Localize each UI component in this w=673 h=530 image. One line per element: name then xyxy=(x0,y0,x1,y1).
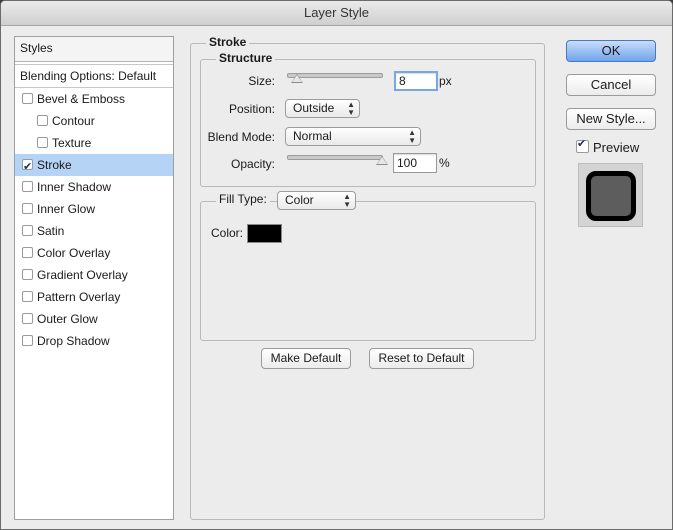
effect-item-stroke[interactable]: Stroke xyxy=(15,154,173,178)
position-select[interactable]: Outside ▲ ▼ xyxy=(285,99,360,118)
opacity-unit: % xyxy=(439,156,450,170)
effect-item-satin[interactable]: Satin xyxy=(15,220,173,242)
opacity-label: Opacity: xyxy=(230,157,275,171)
blend-mode-label: Blend Mode: xyxy=(207,130,275,144)
opacity-input[interactable]: 100 xyxy=(393,153,437,173)
stroke-color-swatch[interactable] xyxy=(247,224,282,243)
effect-checkbox[interactable] xyxy=(37,115,48,126)
effect-label: Inner Glow xyxy=(37,202,96,216)
preview-checkbox[interactable] xyxy=(576,137,589,153)
effect-checkbox[interactable] xyxy=(22,225,33,236)
effect-checkbox[interactable] xyxy=(22,247,33,258)
position-label: Position: xyxy=(228,102,275,116)
effect-label: Stroke xyxy=(37,158,72,172)
size-slider-thumb[interactable] xyxy=(290,74,303,83)
styles-header[interactable]: Styles xyxy=(15,37,173,62)
blend-mode-select[interactable]: Normal ▲ ▼ xyxy=(285,127,421,146)
reset-to-default-button[interactable]: Reset to Default xyxy=(369,348,474,369)
opacity-slider-thumb[interactable] xyxy=(376,156,388,165)
effect-item-inner-glow[interactable]: Inner Glow xyxy=(15,198,173,220)
styles-list-panel: Styles Blending Options: Default Bevel &… xyxy=(14,36,174,520)
size-unit: px xyxy=(439,74,452,88)
make-default-button[interactable]: Make Default xyxy=(261,348,351,369)
updown-arrows-icon: ▲ ▼ xyxy=(343,192,351,209)
effect-item-gradient-overlay[interactable]: Gradient Overlay xyxy=(15,264,173,286)
effect-checkbox[interactable] xyxy=(22,203,33,214)
updown-arrows-icon: ▲ ▼ xyxy=(347,100,355,117)
effect-label: Satin xyxy=(37,224,65,238)
effect-checkbox[interactable] xyxy=(22,269,33,280)
effect-label: Inner Shadow xyxy=(37,180,112,194)
blending-options-item[interactable]: Blending Options: Default xyxy=(15,64,173,88)
effect-item-pattern-overlay[interactable]: Pattern Overlay xyxy=(15,286,173,308)
preview-checkbox-row[interactable]: Preview xyxy=(576,137,640,155)
effect-item-color-overlay[interactable]: Color Overlay xyxy=(15,242,173,264)
effect-item-outer-glow[interactable]: Outer Glow xyxy=(15,308,173,330)
fill-type-group-box xyxy=(200,201,536,341)
size-input[interactable]: 8 xyxy=(394,71,438,91)
blend-mode-value: Normal xyxy=(293,129,332,143)
ok-button[interactable]: OK xyxy=(566,40,656,62)
effect-item-bevel-emboss[interactable]: Bevel & Emboss xyxy=(15,88,173,110)
color-label: Color: xyxy=(210,226,243,240)
opacity-slider-track[interactable] xyxy=(287,155,383,160)
effect-checkbox[interactable] xyxy=(22,313,33,324)
preview-label: Preview xyxy=(593,140,640,155)
effect-item-drop-shadow[interactable]: Drop Shadow xyxy=(15,330,173,352)
effect-label: Outer Glow xyxy=(37,312,98,326)
effect-label: Gradient Overlay xyxy=(37,268,128,282)
effect-item-inner-shadow[interactable]: Inner Shadow xyxy=(15,176,173,198)
effect-label: Texture xyxy=(52,136,92,150)
updown-arrows-icon: ▲ ▼ xyxy=(408,128,416,145)
effect-checkbox[interactable] xyxy=(22,93,33,104)
fill-type-value: Color xyxy=(285,193,314,207)
style-preview-thumbnail xyxy=(586,171,636,221)
effect-label: Color Overlay xyxy=(37,246,111,260)
effect-checkbox[interactable] xyxy=(22,156,33,178)
stroke-group-title: Stroke xyxy=(206,35,250,49)
position-value: Outside xyxy=(293,101,335,115)
effect-checkbox[interactable] xyxy=(22,335,33,346)
effects-list: Bevel & Emboss Contour Texture Stroke Inner … xyxy=(15,88,173,352)
fill-type-label: Fill Type: xyxy=(216,192,270,206)
fill-type-select[interactable]: Color ▲ ▼ xyxy=(277,191,356,210)
effect-checkbox[interactable] xyxy=(22,291,33,302)
effect-item-texture[interactable]: Texture xyxy=(15,132,173,154)
effect-checkbox[interactable] xyxy=(22,181,33,192)
style-preview xyxy=(578,163,643,227)
new-style-button[interactable]: New Style... xyxy=(566,108,656,130)
cancel-button[interactable]: Cancel xyxy=(566,74,656,96)
effect-label: Bevel & Emboss xyxy=(37,92,126,106)
effect-item-contour[interactable]: Contour xyxy=(15,110,173,132)
size-label: Size: xyxy=(248,74,275,88)
window-title: Layer Style xyxy=(1,1,672,26)
effect-checkbox[interactable] xyxy=(37,137,48,148)
layer-style-dialog: Layer Style Styles Blending Options: Def… xyxy=(0,0,673,530)
effect-label: Drop Shadow xyxy=(37,334,110,348)
effect-label: Contour xyxy=(52,114,95,128)
structure-group-title: Structure xyxy=(216,51,276,65)
effect-label: Pattern Overlay xyxy=(37,290,121,304)
